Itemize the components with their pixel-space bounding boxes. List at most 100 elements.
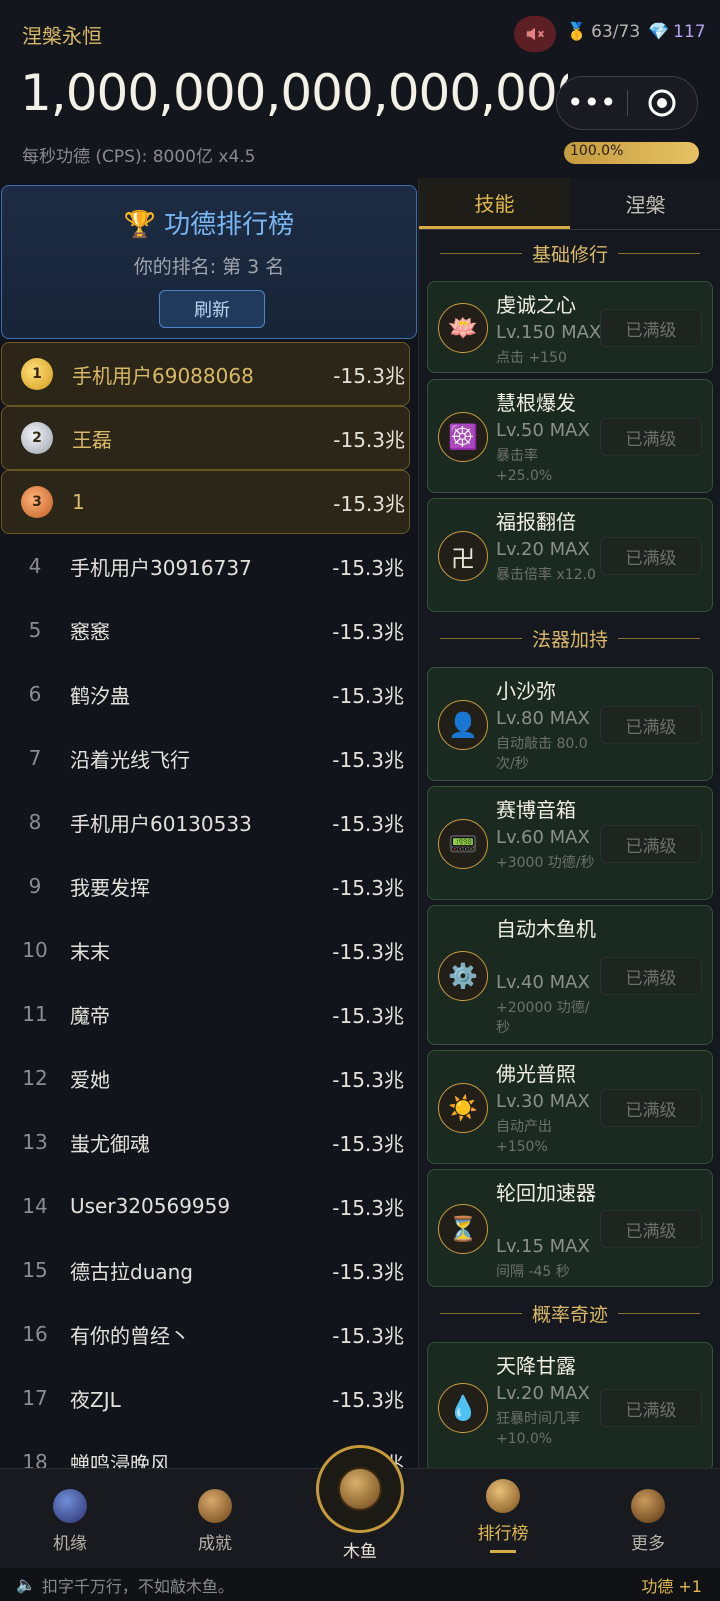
lotus-icon: 🪷 [438,303,488,353]
maxed-button[interactable]: 已满级 [600,418,702,456]
nav-item-more[interactable]: 更多 [603,1489,693,1554]
skill-name: 轮回加速器 [496,1181,596,1205]
progress-bar: 100.0% [564,142,699,164]
header: 涅槃永恒 🥇 63/73 💎 117 1,000,000,000,000,000… [0,0,720,178]
nav-item-chance-label: 机缘 [53,1534,87,1554]
skill-description: 自动敲击 80.0次/秒 [496,736,588,772]
refresh-button[interactable]: 刷新 [159,290,265,328]
active-underline [490,1550,516,1553]
player-score: -15.3兆 [332,1067,404,1092]
mini-program-capsule: ••• [556,76,698,130]
maxed-button[interactable]: 已满级 [600,706,702,744]
speaker-icon: 📟 [438,819,488,869]
cps-text: 每秒功德 (CPS): 8000亿 x4.5 [22,147,256,167]
maxed-button[interactable]: 已满级 [600,537,702,575]
skill-name: 佛光普照 [496,1062,576,1086]
swastika-icon: 卍 [438,531,488,581]
target-icon [648,89,676,117]
ticker-bar: 🔈 扣字千万行，不如敲木鱼。 功德 +1 [0,1568,720,1601]
gold-medal-icon: 1 [21,358,53,390]
skill-card: 💧 天降甘露 Lv.20 MAX 狂暴时间几率 +10.0% 已满级 [427,1342,713,1468]
rank-number: 11 [22,1002,48,1026]
trophy-icon: 🏆 [123,210,157,240]
maxed-button[interactable]: 已满级 [600,1389,702,1427]
tab-nirvana[interactable]: 涅槃 [570,178,720,229]
player-name: 窸窸 [70,619,110,644]
skill-description: 狂暴时间几率 +10.0% [496,1411,580,1447]
leaderboard-row: 8 手机用户60130533 -15.3兆 [0,790,418,854]
silver-medal-icon: 2 [21,422,53,454]
player-score: -15.3兆 [332,619,404,644]
nav-item-leaderboard[interactable]: 排行榜 [458,1479,548,1553]
nav-item-chance[interactable]: 机缘 [25,1489,115,1554]
mute-button[interactable] [514,16,556,52]
wooden-fish-label: 木鱼 [343,1542,377,1562]
leaderboard-row: 3 1 -15.3兆 [1,470,410,534]
leaderboard-title: 🏆 功德排行榜 [2,204,416,241]
player-name: 有你的曾经丶 [70,1323,190,1348]
rank-number: 7 [28,746,42,770]
leaderboard-row: 7 沿着光线飞行 -15.3兆 [0,726,418,790]
player-name: 魔帝 [70,1003,110,1028]
player-score: -15.3兆 [332,1195,404,1220]
rank-number: 3 [2,486,72,518]
player-score: -15.3兆 [332,683,404,708]
rank-number: 2 [2,422,72,454]
my-rank: 你的排名: 第 3 名 [133,256,285,278]
skill-level: Lv.40 MAX [496,972,590,993]
leaderboard-row: 4 手机用户30916737 -15.3兆 [0,534,418,598]
maxed-button[interactable]: 已满级 [600,825,702,863]
skill-level: Lv.20 MAX [496,1383,590,1404]
skill-description: 暴击率 +25.0% [496,448,553,484]
nav-item-achievements-label: 成就 [198,1534,232,1554]
sun-icon: ☀️ [438,1083,488,1133]
player-name: 手机用户69088068 [72,363,254,388]
player-score: -15.3兆 [333,491,405,516]
player-name: 德古拉duang [70,1259,193,1284]
skill-card: ⚙️ 自动木鱼机 Lv.40 MAX +20000 功德/秒 已满级 [427,905,713,1045]
skill-card: 卍福报翻倍 Lv.20 MAX 暴击倍率 x12.0 已满级 [427,498,713,612]
player-name: 末末 [70,939,110,964]
rank-number: 6 [28,682,42,706]
leaderboard-list: 1 手机用户69088068 -15.3兆 2 王磊 -15.3兆 3 1 -15.3兆 4 手机用… [0,342,418,1468]
player-score: -15.3兆 [332,939,404,964]
player-name: 爱她 [70,1067,110,1092]
player-score: -15.3兆 [332,875,404,900]
speaker-icon: 🔈 [16,1575,36,1594]
rank-number: 18 [22,1450,48,1468]
maxed-button[interactable]: 已满级 [600,1210,702,1248]
wooden-fish-button[interactable] [316,1445,404,1533]
leaderboard-row: 9 我要发挥 -15.3兆 [0,854,418,918]
leaderboard-row: 2 王磊 -15.3兆 [1,406,410,470]
player-name: 我要发挥 [70,875,150,900]
leaderboard-row: 13 蚩尤御魂 -15.3兆 [0,1110,418,1174]
leaderboard-row: 15 德古拉duang -15.3兆 [0,1238,418,1302]
maxed-button[interactable]: 已满级 [600,309,702,347]
tab-skills[interactable]: 技能 [419,178,570,229]
skill-card: 📟 赛博音箱 Lv.60 MAX +3000 功德/秒 已满级 [427,786,713,900]
maxed-button[interactable]: 已满级 [600,1089,702,1127]
medal-badge-icon [198,1489,232,1523]
section-heading: 概率奇迹 [419,1298,720,1328]
skill-card: ☀️ 佛光普照 Lv.30 MAX 自动产出 +150% 已满级 [427,1050,713,1164]
maxed-button[interactable]: 已满级 [600,957,702,995]
nav-item-leaderboard-label: 排行榜 [477,1524,529,1544]
gem-icon: 💎 [648,22,670,42]
more-menu-button[interactable]: ••• [557,89,627,117]
skill-description: 点击 +150 [496,350,567,366]
rank-number: 1 [2,358,72,390]
player-score: -15.3兆 [332,1387,404,1412]
section-heading: 基础修行 [419,238,720,268]
skill-description: 自动产出 +150% [496,1119,552,1155]
leaderboard-row: 12 爱她 -15.3兆 [0,1046,418,1110]
player-score: -15.3兆 [332,1323,404,1348]
nav-item-achievements[interactable]: 成就 [170,1489,260,1554]
player-score: -15.3兆 [332,1131,404,1156]
player-score: -15.3兆 [332,747,404,772]
leaderboard-row: 6 鹤汐蛊 -15.3兆 [0,662,418,726]
leaderboard-row: 16 有你的曾经丶 -15.3兆 [0,1302,418,1366]
merit-total: 1,000,000,000,000,000 [20,64,568,122]
rank-number: 14 [22,1194,48,1218]
skill-level: Lv.15 MAX [496,1236,590,1257]
close-mini-program-button[interactable] [628,88,698,118]
